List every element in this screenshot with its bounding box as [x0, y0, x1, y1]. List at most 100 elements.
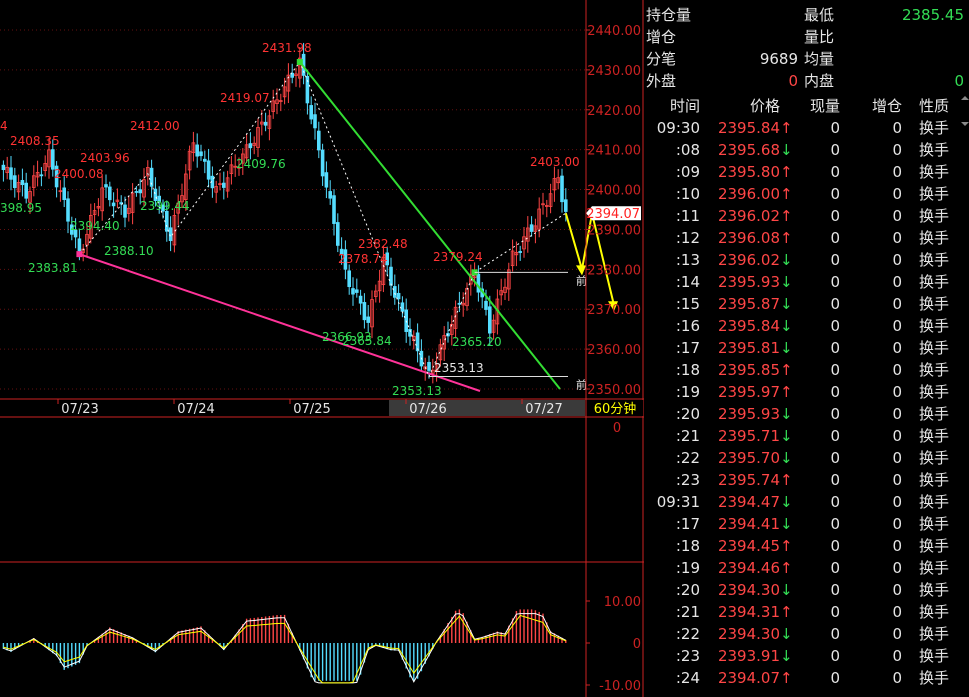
row-volume: 0 — [830, 427, 840, 445]
row-oi-change: 0 — [892, 559, 902, 577]
row-price: 2395.70 — [717, 449, 780, 467]
high-label: 2431.98 — [262, 41, 312, 55]
row-oi-change: 0 — [892, 317, 902, 335]
table-row[interactable]: :10 2396.00 ↑ 0 0 换手 — [644, 183, 969, 205]
price-tick-label: 2410.00 — [587, 144, 641, 159]
table-row[interactable]: :18 2394.45 ↑ 0 0 换手 — [644, 535, 969, 557]
candle-body — [396, 292, 401, 300]
candle-body — [1, 164, 6, 171]
ticks-table[interactable]: 时间 价格 现量 增仓 性质 09:30 2395.84 ↑ 0 0 换手:08 2395.… — [644, 95, 969, 689]
table-row[interactable]: :08 2395.68 ↓ 0 0 换手 — [644, 139, 969, 161]
table-row[interactable]: :23 2395.74 ↑ 0 0 换手 — [644, 469, 969, 491]
price-tick-label: 2400.00 — [587, 184, 641, 199]
table-row[interactable]: :14 2395.93 ↓ 0 0 换手 — [644, 271, 969, 293]
row-nature: 换手 — [918, 141, 949, 159]
level-label: 2353.13 — [434, 361, 484, 375]
table-row[interactable]: 09:31 2394.47 ↓ 0 0 换手 — [644, 491, 969, 513]
table-row[interactable]: :16 2395.84 ↓ 0 0 换手 — [644, 315, 969, 337]
kline-chart[interactable]: 前前2394.07 42408.352400.082403.962412.002… — [0, 0, 644, 697]
table-row[interactable]: :19 2394.46 ↑ 0 0 换手 — [644, 557, 969, 579]
row-volume: 0 — [830, 603, 840, 621]
row-price: 2394.47 — [717, 493, 780, 511]
last-price-label: 2394.07 — [586, 207, 640, 222]
arrow-down-icon: ↓ — [780, 427, 793, 445]
table-scrollbar[interactable] — [961, 96, 969, 696]
table-row[interactable]: 09:30 2395.84 ↑ 0 0 换手 — [644, 117, 969, 139]
table-row[interactable]: :13 2396.02 ↓ 0 0 换手 — [644, 249, 969, 271]
price-tick-label: 2360.00 — [587, 343, 641, 358]
row-nature: 换手 — [918, 537, 949, 555]
low-label: 2365.20 — [452, 335, 502, 349]
row-volume: 0 — [830, 537, 840, 555]
price-tick-label: 2370.00 — [587, 303, 641, 318]
row-oi-change: 0 — [892, 647, 902, 665]
level-tag: 前 — [576, 273, 587, 287]
arrow-down-icon: ↓ — [780, 515, 793, 533]
row-nature: 换手 — [918, 295, 949, 313]
arrow-down-icon: ↓ — [780, 273, 793, 291]
row-volume: 0 — [830, 669, 840, 687]
period-label: 60分钟 — [594, 401, 637, 417]
table-row[interactable]: :11 2396.02 ↑ 0 0 换手 — [644, 205, 969, 227]
candle-body — [66, 198, 70, 222]
row-oi-change: 0 — [892, 383, 902, 401]
peak-marker — [296, 58, 303, 65]
row-volume: 0 — [830, 647, 840, 665]
table-row[interactable]: :20 2395.93 ↓ 0 0 换手 — [644, 403, 969, 425]
table-row[interactable]: :22 2394.30 ↓ 0 0 换手 — [644, 623, 969, 645]
row-oi-change: 0 — [892, 581, 902, 599]
candle-body — [354, 289, 359, 293]
row-price: 2395.80 — [717, 163, 780, 181]
arrow-down-icon: ↓ — [780, 317, 793, 335]
table-row[interactable]: :18 2395.85 ↑ 0 0 换手 — [644, 359, 969, 381]
candle-body — [332, 195, 336, 224]
oi-change-label: 增仓 — [646, 28, 677, 46]
candle-body — [168, 227, 173, 242]
row-time: :18 — [675, 361, 700, 379]
high-label: 2419.07 — [220, 91, 270, 105]
scroll-down-icon[interactable] — [961, 122, 969, 126]
table-row[interactable]: :23 2393.91 ↓ 0 0 换手 — [644, 645, 969, 667]
row-oi-change: 0 — [892, 405, 902, 423]
row-price: 2395.87 — [717, 295, 780, 313]
row-time: :19 — [675, 383, 700, 401]
low-value: 2385.45 — [901, 6, 964, 24]
row-time: :13 — [675, 251, 700, 269]
row-oi-change: 0 — [892, 339, 902, 357]
candle-body — [309, 105, 313, 120]
ticks-value: 9689 — [759, 50, 798, 68]
table-row[interactable]: :22 2395.70 ↓ 0 0 换手 — [644, 447, 969, 469]
candle-body — [362, 302, 367, 321]
arrow-down-icon: ↓ — [780, 449, 793, 467]
row-volume: 0 — [830, 163, 840, 181]
price-tick-label: 2420.00 — [587, 104, 641, 119]
table-row[interactable]: :17 2395.81 ↓ 0 0 换手 — [644, 337, 969, 359]
time-tick-label: 07/24 — [177, 402, 214, 417]
table-row[interactable]: :21 2394.31 ↑ 0 0 换手 — [644, 601, 969, 623]
table-row[interactable]: :17 2394.41 ↓ 0 0 换手 — [644, 513, 969, 535]
candle-body — [62, 187, 66, 200]
row-price: 2394.46 — [717, 559, 780, 577]
row-time: :22 — [675, 625, 700, 643]
table-row[interactable]: :21 2395.71 ↓ 0 0 换手 — [644, 425, 969, 447]
table-row[interactable]: :20 2394.30 ↓ 0 0 换手 — [644, 579, 969, 601]
candle-body — [12, 175, 17, 188]
table-row[interactable]: :12 2396.08 ↑ 0 0 换手 — [644, 227, 969, 249]
row-oi-change: 0 — [892, 427, 902, 445]
table-row[interactable]: :09 2395.80 ↑ 0 0 换手 — [644, 161, 969, 183]
macd-tick-label: 10.00 — [604, 595, 641, 610]
table-row[interactable]: :19 2395.97 ↑ 0 0 换手 — [644, 381, 969, 403]
table-row[interactable]: :15 2395.87 ↓ 0 0 换手 — [644, 293, 969, 315]
low-label: 2383.81 — [28, 261, 78, 275]
avg-volume-label: 均量 — [804, 50, 835, 68]
row-oi-change: 0 — [892, 515, 902, 533]
row-price: 2395.84 — [717, 317, 780, 335]
table-row[interactable]: :24 2394.07 ↑ 0 0 换手 — [644, 667, 969, 689]
row-nature: 换手 — [918, 273, 949, 291]
candle-body — [324, 172, 329, 188]
scroll-up-icon[interactable] — [961, 96, 969, 100]
row-nature: 换手 — [918, 163, 949, 181]
arrow-up-icon: ↑ — [780, 603, 793, 621]
outer-value: 0 — [788, 72, 798, 90]
row-oi-change: 0 — [892, 273, 902, 291]
